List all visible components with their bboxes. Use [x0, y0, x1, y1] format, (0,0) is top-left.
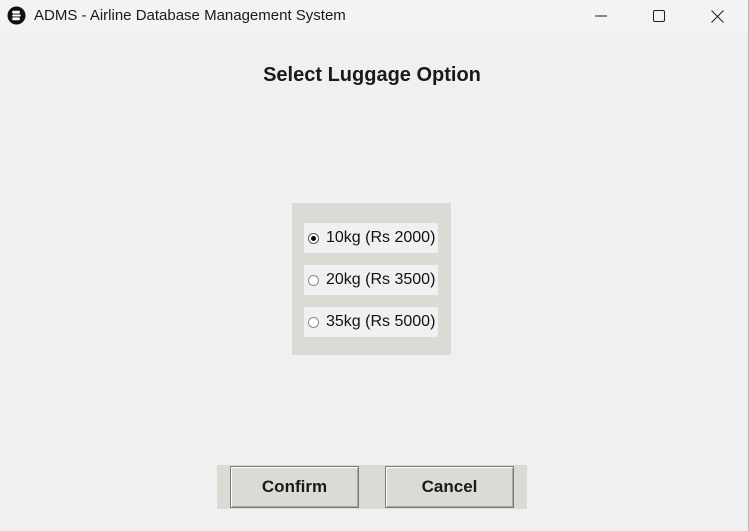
option-label: 10kg (Rs 2000)	[326, 229, 436, 246]
luggage-option-35kg[interactable]: 35kg (Rs 5000)	[304, 307, 438, 337]
close-button[interactable]	[688, 0, 746, 32]
button-bar: Confirm Cancel	[217, 465, 527, 509]
radio-selected-dot	[311, 235, 316, 241]
luggage-option-group: 10kg (Rs 2000) 20kg (Rs 3500) 35kg (Rs 5…	[292, 203, 451, 355]
luggage-option-20kg[interactable]: 20kg (Rs 3500)	[304, 265, 438, 295]
app-logo-icon	[7, 6, 26, 25]
app-window: ADMS - Airline Database Management Syste…	[0, 0, 749, 531]
maximize-button[interactable]	[630, 0, 688, 32]
minimize-button[interactable]	[572, 0, 630, 32]
window-title: ADMS - Airline Database Management Syste…	[34, 7, 346, 24]
radio-button[interactable]	[308, 232, 319, 244]
confirm-button[interactable]: Confirm	[230, 466, 359, 508]
minimize-icon	[595, 15, 607, 17]
cancel-button[interactable]: Cancel	[385, 466, 514, 508]
radio-button[interactable]	[308, 316, 319, 328]
close-icon	[710, 9, 724, 23]
option-label: 20kg (Rs 3500)	[326, 271, 436, 288]
page-title: Select Luggage Option	[263, 64, 481, 86]
maximize-icon	[653, 10, 665, 22]
luggage-option-10kg[interactable]: 10kg (Rs 2000)	[304, 223, 438, 253]
radio-button[interactable]	[308, 274, 319, 286]
option-label: 35kg (Rs 5000)	[326, 313, 436, 330]
title-bar[interactable]: ADMS - Airline Database Management Syste…	[0, 0, 748, 32]
